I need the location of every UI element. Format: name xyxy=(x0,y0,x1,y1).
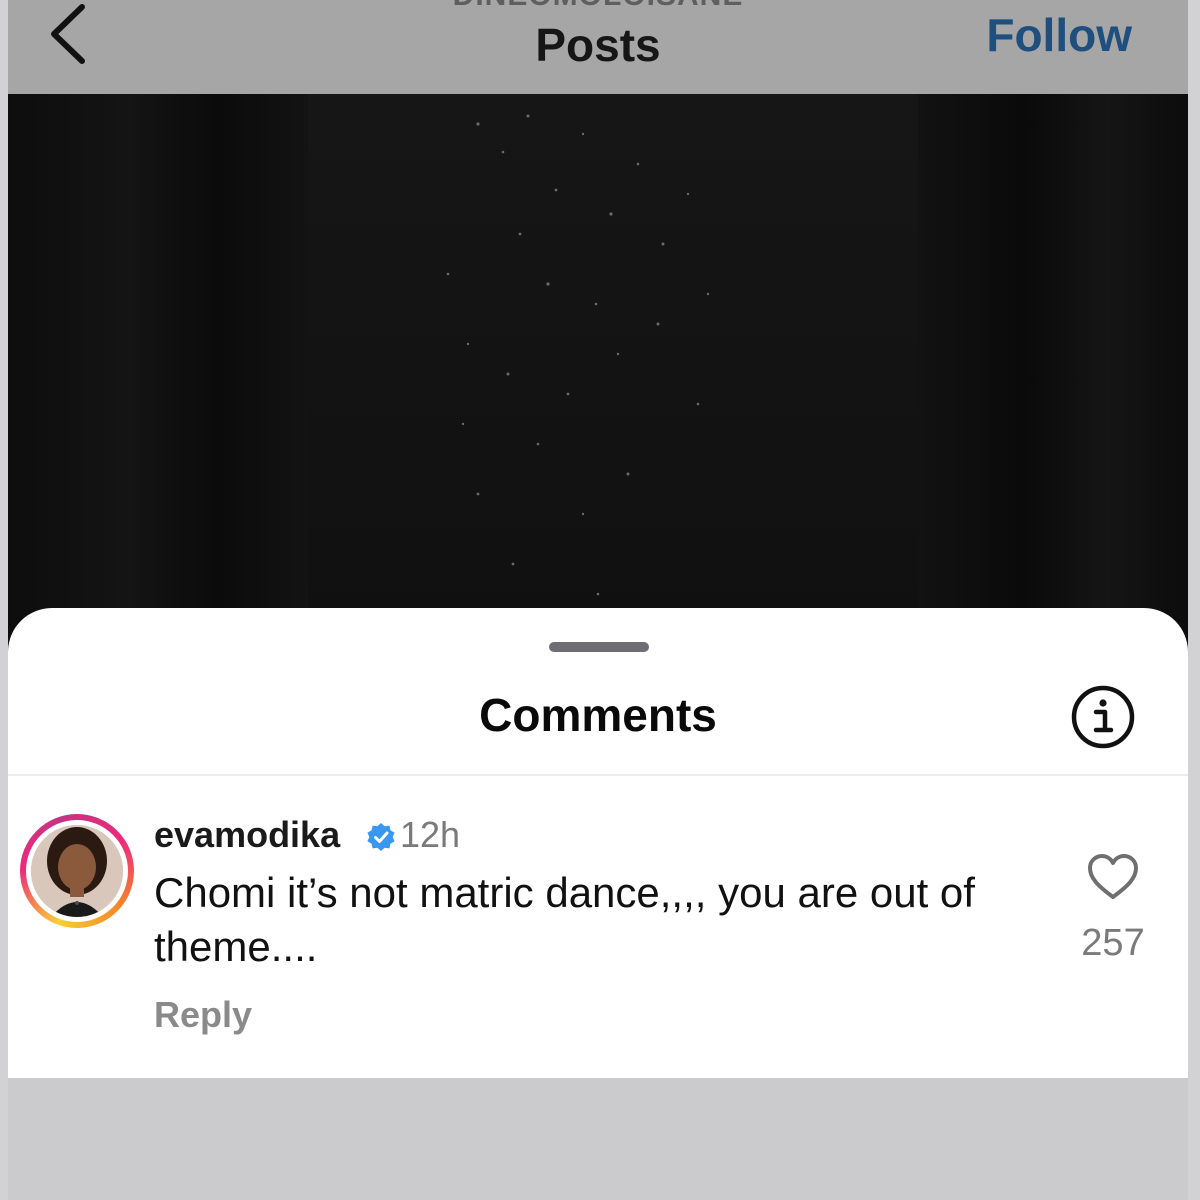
frame-edge-right xyxy=(1188,0,1200,1200)
info-button[interactable] xyxy=(1070,684,1136,750)
post-image[interactable] xyxy=(8,94,1188,654)
verified-badge-icon xyxy=(367,823,395,851)
like-button[interactable] xyxy=(1086,852,1140,902)
comments-sheet: Comments evamodika 12h Chomi it’s not ma… xyxy=(8,608,1188,1078)
top-navigation-bar: DINEOMOLOISANE Posts Follow xyxy=(8,0,1188,94)
avatar-ring-gap xyxy=(26,820,128,922)
comment-text: Chomi it’s not matric dance,,,, you are … xyxy=(154,869,975,970)
avatar[interactable] xyxy=(20,814,134,928)
avatar-photo xyxy=(31,825,123,917)
follow-button[interactable]: Follow xyxy=(986,8,1132,62)
frame-edge-left xyxy=(0,0,8,1200)
comment-username[interactable]: evamodika xyxy=(154,814,340,856)
reply-button[interactable]: Reply xyxy=(154,994,252,1036)
info-icon xyxy=(1071,685,1135,749)
divider xyxy=(8,774,1188,776)
like-count: 257 xyxy=(1081,922,1145,964)
screenshot-frame: DINEOMOLOISANE Posts Follow Comments xyxy=(0,0,1200,1200)
heart-outline-icon xyxy=(1088,854,1138,899)
sparkle-texture xyxy=(446,114,710,596)
comment-timestamp: 12h xyxy=(400,814,461,855)
avatar-portrait xyxy=(31,825,123,917)
sheet-drag-handle[interactable] xyxy=(549,642,649,652)
sheet-title: Comments xyxy=(479,689,717,741)
